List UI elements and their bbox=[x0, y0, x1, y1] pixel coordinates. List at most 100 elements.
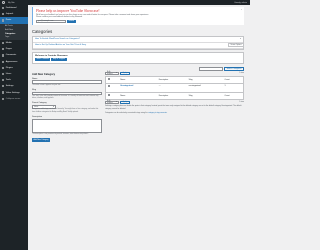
close-icon[interactable]: × bbox=[241, 9, 243, 11]
parent-description: Categories, unlike tags, can have a hier… bbox=[32, 109, 99, 113]
converter-link[interactable]: category to tag converter bbox=[148, 112, 167, 114]
wordpress-logo-icon[interactable] bbox=[2, 1, 5, 4]
search-input[interactable] bbox=[199, 67, 224, 71]
paintbrush-icon bbox=[2, 60, 5, 63]
email-field[interactable]: you@example.com bbox=[36, 19, 66, 24]
feedback-notice: Please help us improve YouTube Showcase!… bbox=[32, 7, 244, 25]
row-checkbox[interactable] bbox=[107, 85, 110, 88]
users-icon bbox=[2, 72, 5, 76]
menu-label: Appearance bbox=[5, 60, 18, 63]
add-form-title: Add New Category bbox=[32, 72, 56, 76]
table-row: Uncategorized — uncategorized 1 bbox=[105, 83, 244, 93]
panel-row: How to Set Up Related Articles on Your S… bbox=[33, 43, 243, 49]
tablenav-top: Bulk actions ▾ Apply 1 item bbox=[105, 71, 244, 76]
menu-label: Comments bbox=[5, 54, 17, 57]
description-label: Description bbox=[32, 115, 43, 118]
page-icon bbox=[2, 48, 5, 51]
media-icon bbox=[2, 41, 5, 45]
column-header-count[interactable]: Count bbox=[222, 76, 244, 84]
notice-title: Please help us improve YouTube Showcase! bbox=[36, 8, 100, 13]
search-box: Search Categories bbox=[32, 67, 244, 71]
panel-link[interactable]: How To Enable WordPress Search on Catego… bbox=[35, 38, 80, 40]
row-slug: uncategorized bbox=[187, 83, 223, 93]
bulk-actions-select[interactable]: Bulk actions ▾ bbox=[105, 71, 119, 76]
notice-text-2: Please confirm your email address below … bbox=[36, 16, 83, 19]
items-count: 1 item bbox=[239, 101, 244, 104]
posts-submenu: All Posts Add New Categories Tags bbox=[0, 23, 28, 40]
menu-label: Dashboard bbox=[5, 7, 17, 10]
chevron-down-icon: ▾ bbox=[116, 101, 117, 104]
admin-menu: Dashboard Jetpack Posts All Posts Add Ne… bbox=[0, 5, 28, 250]
menu-label: Media bbox=[5, 42, 12, 45]
menu-label: Pages bbox=[5, 48, 12, 51]
apply-button[interactable]: Apply bbox=[120, 100, 130, 104]
collapse-icon bbox=[2, 97, 5, 100]
column-footer-slug[interactable]: Slug bbox=[187, 92, 223, 100]
howdy-user[interactable]: Howdy, admin bbox=[234, 2, 247, 4]
select-all-checkbox[interactable] bbox=[107, 94, 110, 97]
column-footer-description[interactable]: Description bbox=[157, 92, 188, 100]
tablenav-bottom: Bulk actions ▾ Apply 1 item bbox=[105, 100, 244, 105]
select-all-checkbox[interactable] bbox=[107, 78, 110, 81]
column-footer-count[interactable]: Count bbox=[222, 92, 244, 100]
categories-list: Bulk actions ▾ Apply 1 item Name Descript… bbox=[105, 71, 244, 142]
chevron-down-icon[interactable]: ▾ bbox=[240, 38, 241, 40]
select-value: Bulk actions bbox=[107, 71, 113, 76]
converter-text: Categories can be selectively converted … bbox=[105, 111, 148, 114]
notice-submit-button[interactable]: Submit bbox=[67, 19, 76, 24]
menu-label: Users bbox=[5, 72, 12, 75]
site-name[interactable]: My Site bbox=[8, 2, 15, 4]
select-value: None bbox=[34, 105, 39, 108]
apply-button[interactable]: Apply bbox=[120, 71, 130, 75]
row-select-cell bbox=[105, 83, 119, 93]
help-support-button[interactable]: Help & Support bbox=[51, 57, 67, 62]
add-category-form: Add New Category Name The name is how it… bbox=[32, 72, 102, 142]
watch-tutorials-button[interactable]: Watch Tutorials bbox=[35, 57, 51, 62]
page-title: Categories bbox=[32, 28, 53, 34]
row-count[interactable]: 1 bbox=[222, 83, 244, 93]
panel-link[interactable]: How to Set Up Related Articles on Your S… bbox=[35, 44, 86, 46]
menu-label: Jetpack bbox=[5, 13, 14, 16]
screen-options-button[interactable]: Screen Options bbox=[228, 43, 244, 47]
menu-label: Collapse menu bbox=[5, 97, 21, 100]
parent-label: Parent Category bbox=[32, 102, 47, 105]
chevron-down-icon: ▾ bbox=[116, 72, 117, 75]
plugin-icon bbox=[2, 66, 5, 69]
comment-icon bbox=[2, 54, 5, 57]
tutorial-panel: How To Enable WordPress Search on Catego… bbox=[32, 35, 244, 50]
menu-label: Settings bbox=[5, 85, 14, 88]
bulk-actions-select[interactable]: Bulk actions ▾ bbox=[105, 100, 119, 105]
menu-label: Posts bbox=[5, 19, 12, 22]
row-name-cell: Uncategorized bbox=[118, 83, 158, 93]
select-value: Bulk actions bbox=[107, 100, 113, 105]
add-category-button[interactable]: Add New Category bbox=[32, 138, 51, 142]
name-description: The name is how it appears on your site. bbox=[32, 84, 61, 86]
column-header-slug[interactable]: Slug bbox=[187, 76, 223, 84]
menu-label: Plugins bbox=[5, 66, 13, 69]
column-footer-name[interactable]: Name bbox=[118, 92, 158, 100]
converter-note: Categories can be selectively converted … bbox=[105, 111, 168, 114]
submenu-tags[interactable]: Tags bbox=[5, 35, 28, 39]
name-field[interactable] bbox=[32, 80, 102, 84]
select-all-cell bbox=[105, 92, 119, 100]
dashboard-icon bbox=[2, 7, 5, 10]
items-count: 1 item bbox=[239, 72, 244, 75]
welcome-title: Welcome to Youtube Showcase bbox=[35, 54, 68, 57]
search-categories-button[interactable]: Search Categories bbox=[224, 67, 244, 71]
slug-field[interactable] bbox=[32, 91, 102, 96]
column-header-name[interactable]: Name bbox=[118, 76, 158, 84]
column-header-description[interactable]: Description bbox=[157, 76, 188, 84]
settings-icon bbox=[2, 85, 5, 88]
video-icon bbox=[2, 91, 5, 94]
category-name-link[interactable]: Uncategorized bbox=[120, 85, 133, 87]
wrench-icon bbox=[2, 79, 5, 82]
chevron-down-icon: ▾ bbox=[53, 105, 54, 108]
collapse-menu-button[interactable]: Collapse menu bbox=[0, 96, 28, 102]
description-field[interactable] bbox=[32, 118, 102, 133]
delete-note: Deleting a category does not delete the … bbox=[105, 105, 242, 110]
slug-label: Slug bbox=[32, 88, 37, 91]
menu-label: Video Settings bbox=[5, 91, 20, 94]
menu-label: Tools bbox=[5, 79, 11, 82]
categories-table: Name Description Slug Count Uncategorize… bbox=[105, 75, 244, 100]
welcome-box: Welcome to Youtube Showcase Watch Tutori… bbox=[32, 51, 244, 65]
